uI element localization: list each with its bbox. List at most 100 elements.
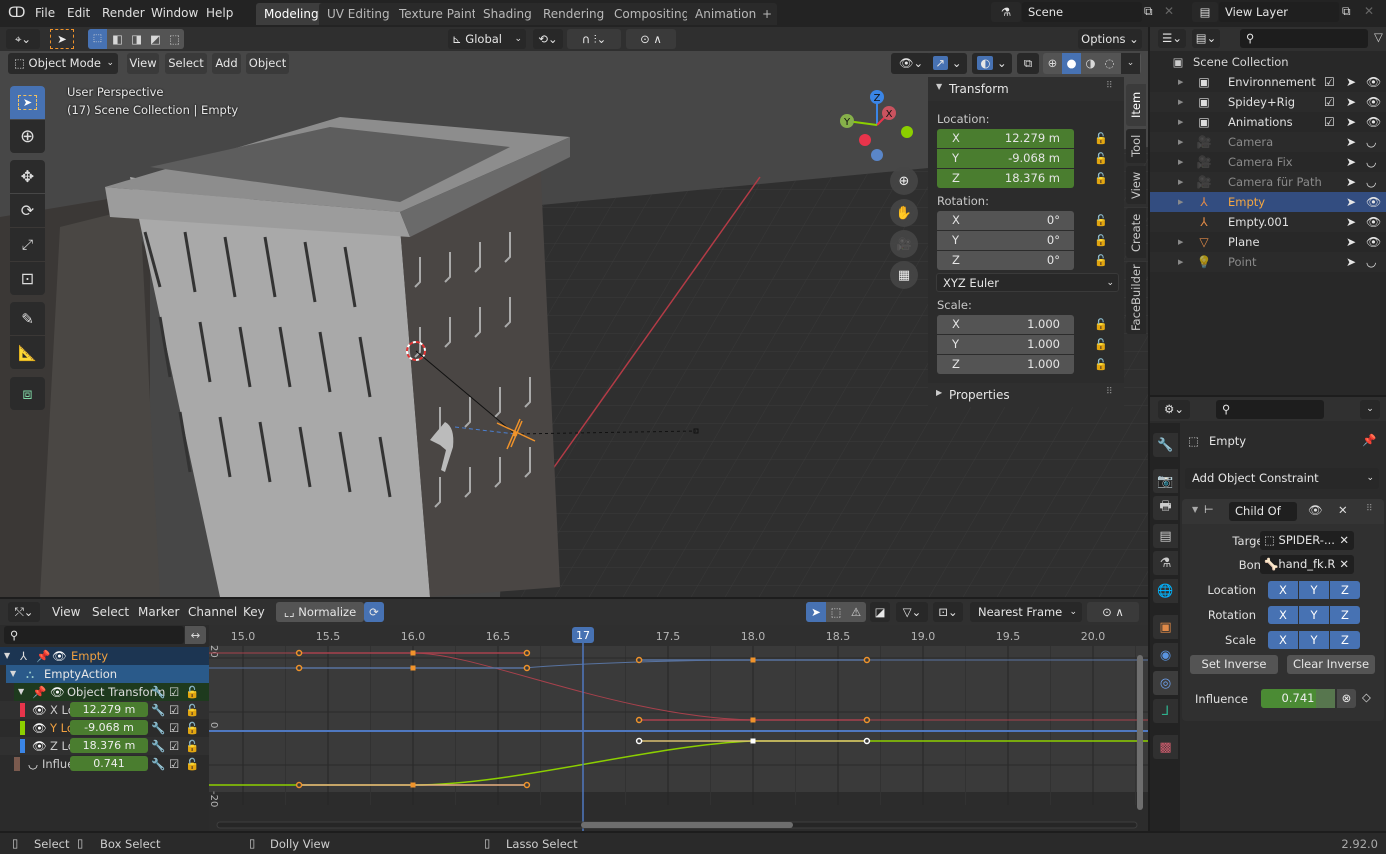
select-subtract-icon[interactable]: ◨ bbox=[127, 29, 146, 49]
scale-x-field[interactable]: X 1.000 bbox=[937, 315, 1074, 334]
location-z-field[interactable]: Z 18.376 m bbox=[937, 169, 1074, 188]
material-shading-icon[interactable]: ◑ bbox=[1081, 53, 1100, 74]
bone-field[interactable]: 🦴hand_fk.R ✕ bbox=[1260, 555, 1354, 574]
tool-measure[interactable]: 📐 bbox=[10, 336, 45, 369]
drag-handle-icon[interactable]: ⠿ bbox=[1366, 504, 1373, 514]
select-invert-icon[interactable]: ◩ bbox=[146, 29, 165, 49]
rotation-x-field[interactable]: X 0° bbox=[937, 211, 1074, 230]
menu-select[interactable]: Select bbox=[165, 53, 207, 74]
eye-icon[interactable]: 👁 bbox=[1366, 212, 1381, 232]
checkbox-icon[interactable]: ☑ bbox=[169, 683, 179, 701]
tool-add-cube[interactable]: ⧈ bbox=[10, 377, 45, 410]
disable-keep-transform-icon[interactable]: ⊗ bbox=[1337, 689, 1356, 708]
properties-search-input[interactable]: ⚲ bbox=[1216, 400, 1324, 419]
exclude-checkbox-icon[interactable]: ☑ bbox=[1324, 112, 1335, 132]
editor-type-icon[interactable]: ⤲⌄ bbox=[8, 602, 40, 622]
pin-icon[interactable]: 📌 bbox=[32, 683, 46, 701]
menu-add[interactable]: Add bbox=[212, 53, 241, 74]
gizmo-toggle[interactable]: ↗ ⌄ bbox=[927, 53, 967, 74]
eye-icon[interactable]: 👁 bbox=[50, 683, 65, 701]
scale-z-field[interactable]: Z 1.000 bbox=[937, 355, 1074, 374]
lock-icon[interactable]: 🔓 bbox=[1094, 318, 1108, 332]
mode-dropdown[interactable]: ⬚ Object Mode ⌄ bbox=[8, 53, 118, 74]
navigation-gizmo[interactable]: Z X Y bbox=[830, 85, 930, 175]
rotation-z-field[interactable]: Z 0° bbox=[937, 251, 1074, 270]
delete-view-layer-icon[interactable]: ✕ bbox=[1364, 4, 1374, 18]
location-z-toggle[interactable]: Z bbox=[1330, 581, 1360, 599]
selectable-arrow-icon[interactable]: ➤ bbox=[1346, 232, 1356, 252]
view-layer-field[interactable]: View Layer bbox=[1219, 2, 1339, 22]
pivot-point-icon[interactable]: ⟲⌄ bbox=[533, 29, 563, 49]
menu-key[interactable]: Key bbox=[243, 603, 265, 622]
scale-y-toggle[interactable]: Y bbox=[1299, 631, 1329, 649]
snap-toggle-icon[interactable]: ∩ ⫶⌄ bbox=[567, 29, 621, 49]
expand-arrow-icon[interactable]: ▶ bbox=[1178, 112, 1183, 132]
tab-modeling[interactable]: Modeling bbox=[256, 3, 327, 25]
render-properties-tab-icon[interactable]: 📷 bbox=[1153, 469, 1178, 493]
pin-icon[interactable]: 📌 bbox=[1362, 433, 1376, 447]
scale-x-toggle[interactable]: X bbox=[1268, 631, 1298, 649]
expand-arrow-icon[interactable]: ▼ bbox=[18, 683, 24, 701]
graph-area[interactable]: 15.0 15.5 16.0 16.5 17.5 18.0 18.5 19.0 19.5 20.0… bbox=[209, 625, 1148, 831]
tab-uv-editing[interactable]: UV Editing bbox=[319, 3, 398, 25]
rotation-x-toggle[interactable]: X bbox=[1268, 606, 1298, 624]
set-inverse-button[interactable]: Set Inverse bbox=[1190, 655, 1278, 674]
pivot-icon[interactable]: ⊡⌄ bbox=[933, 602, 963, 622]
fcurve-channel[interactable]: 👁X Lo12.279 m🔧☑ 🔓 bbox=[0, 701, 209, 719]
tool-select-box[interactable]: ➤ bbox=[10, 86, 45, 119]
influence-slider[interactable]: 0.741 bbox=[1261, 689, 1335, 708]
eye-icon[interactable]: 👁 bbox=[52, 647, 67, 665]
filter-icon[interactable]: ▽ bbox=[1374, 30, 1383, 44]
tool-transform[interactable]: ⊡ bbox=[10, 262, 45, 295]
drag-handle-icon[interactable]: ⠿ bbox=[1106, 387, 1113, 397]
expand-arrow-icon[interactable]: ▶ bbox=[1178, 152, 1183, 172]
new-scene-icon[interactable]: ⧉ bbox=[1144, 4, 1153, 19]
expand-arrow-icon[interactable]: ▶ bbox=[1178, 172, 1183, 192]
wrench-icon[interactable]: 🔧 bbox=[151, 683, 165, 701]
lock-icon[interactable]: 🔓 bbox=[1094, 358, 1108, 372]
menu-edit[interactable]: Edit bbox=[67, 4, 90, 23]
horizontal-scrollbar-thumb[interactable] bbox=[581, 822, 793, 828]
only-selected-keyframes-icon[interactable]: ➤ bbox=[806, 602, 826, 622]
eye-icon[interactable]: 👁 bbox=[1366, 112, 1381, 132]
expand-arrow-icon[interactable]: ▶ bbox=[1178, 232, 1183, 252]
overlays-toggle[interactable]: ◐ ⌄ bbox=[972, 53, 1012, 74]
menu-channel[interactable]: Channel bbox=[188, 603, 237, 622]
tab-rendering[interactable]: Rendering bbox=[535, 3, 613, 25]
lock-icon[interactable]: 🔓 bbox=[1094, 338, 1108, 352]
selectable-arrow-icon[interactable]: ➤ bbox=[1346, 72, 1356, 92]
fcurve-channel[interactable]: 👁Z Lo18.376 m🔧☑ 🔓 bbox=[0, 737, 209, 755]
channel-group[interactable]: ▼ 📌 👁 Object Transform 🔧 ☑ 🔓 bbox=[14, 683, 209, 701]
view-layer-filter-icon[interactable]: ▤⌄ bbox=[1192, 29, 1220, 48]
target-field[interactable]: ⬚ SPIDER-... ✕ bbox=[1260, 531, 1354, 550]
location-y-field[interactable]: Y -9.068 m bbox=[937, 149, 1074, 168]
outliner-item[interactable]: ▶ ▣ Spidey+Rig ☑ ➤ 👁 bbox=[1150, 92, 1386, 112]
sidebar-tab-item[interactable]: Item bbox=[1126, 84, 1146, 126]
camera-view-button[interactable]: 🎥 bbox=[890, 230, 918, 258]
tab-animation[interactable]: Animation bbox=[687, 3, 765, 25]
eye-icon[interactable]: 👁 bbox=[1366, 72, 1381, 92]
outliner-item[interactable]: ▶ ▣ Animations ☑ ➤ 👁 bbox=[1150, 112, 1386, 132]
exclude-checkbox-icon[interactable]: ☑ bbox=[1324, 72, 1335, 92]
checkbox-icon[interactable]: ☑ bbox=[169, 719, 179, 737]
lock-icon[interactable]: 🔓 bbox=[1094, 234, 1108, 248]
world-properties-tab-icon[interactable]: 🌐 bbox=[1153, 579, 1178, 603]
object-data-properties-tab-icon[interactable]: ⅃ bbox=[1153, 699, 1178, 723]
checkbox-icon[interactable]: ☑ bbox=[169, 737, 179, 755]
location-x-toggle[interactable]: X bbox=[1268, 581, 1298, 599]
tool-rotate[interactable]: ⟳ bbox=[10, 194, 45, 227]
clear-target-icon[interactable]: ✕ bbox=[1339, 531, 1349, 550]
select-extend-icon[interactable]: ◧ bbox=[108, 29, 127, 49]
rotation-y-toggle[interactable]: Y bbox=[1299, 606, 1329, 624]
channel-value-field[interactable]: 0.741 bbox=[70, 756, 148, 771]
eye-icon[interactable]: 👁 bbox=[32, 719, 47, 737]
lock-icon[interactable]: 🔓 bbox=[1094, 132, 1108, 146]
editor-type-icon[interactable]: ⚙⌄ bbox=[1158, 400, 1190, 419]
menu-view[interactable]: View bbox=[127, 53, 159, 74]
eye-icon[interactable]: 👁 bbox=[32, 737, 47, 755]
location-y-toggle[interactable]: Y bbox=[1299, 581, 1329, 599]
properties-panel-header[interactable]: ▶ Properties ⠿ bbox=[928, 383, 1124, 407]
texture-properties-tab-icon[interactable]: ▩ bbox=[1153, 735, 1178, 759]
options-chevron-icon[interactable]: ⌄ bbox=[1360, 400, 1380, 419]
select-new-icon[interactable]: ⬚ bbox=[88, 29, 107, 49]
